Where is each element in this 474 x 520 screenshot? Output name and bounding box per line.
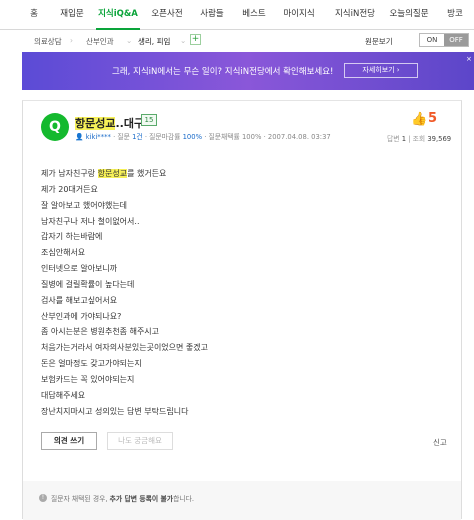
toggle-on[interactable]: ON bbox=[420, 34, 444, 46]
notice-post: 합니다. bbox=[173, 495, 194, 503]
body-line: 제가 20대거든요 bbox=[41, 184, 98, 194]
tab-people[interactable]: 사람들 bbox=[194, 0, 230, 30]
report-link[interactable]: 신고 bbox=[433, 437, 447, 448]
adopt-label: 질문채택률 bbox=[208, 133, 240, 141]
question-title: 항문성교..대구 bbox=[75, 115, 144, 131]
tab-best[interactable]: 베스트 bbox=[238, 0, 270, 30]
views-count: 39,569 bbox=[427, 135, 452, 143]
author-link[interactable]: kiki**** bbox=[86, 133, 111, 141]
tab-extra[interactable]: 방코 bbox=[440, 0, 470, 30]
body-line: 제가 남자친구랑 항문성교를 했거든요 bbox=[41, 166, 441, 182]
like-count: 5 bbox=[428, 111, 438, 126]
body-line: 산부인과에 가야되나요? bbox=[41, 311, 122, 321]
title-rest: ..대구 bbox=[115, 117, 145, 130]
body-line: 남자친구나 저나 철이없어서.. bbox=[41, 216, 140, 226]
body-highlight: 항문성교 bbox=[97, 169, 128, 178]
body-line: 갑자기 하는바람에 bbox=[41, 232, 103, 242]
banner-detail-button[interactable]: 자세히보기 › bbox=[344, 63, 418, 78]
answers-count: 1 bbox=[401, 135, 407, 143]
add-category-button[interactable]: + bbox=[190, 34, 201, 45]
body-line: 돈은 얼마정도 갖고가야되는지 bbox=[41, 359, 142, 369]
tab-knowledge-qa[interactable]: 지식iQ&A bbox=[96, 0, 140, 30]
question-stats: 답변 1 | 조회 39,569 bbox=[387, 135, 452, 143]
body-line: 장난치지마시고 성의있는 답변 부탁드립니다 bbox=[41, 406, 189, 416]
top-navigation: 홈 재입문 지식iQ&A 오픈사전 사람들 베스트 마이지식 지식iN전당 오늘… bbox=[0, 0, 474, 30]
body-line: 질병에 걸릴확률이 높다는데 bbox=[41, 279, 135, 289]
body-line: 잘 알아보고 했어야했는데 bbox=[41, 200, 128, 210]
user-icon: 👤 bbox=[75, 133, 84, 141]
banner-text: 그래, 지식iN에서는 무슨 일이? 지식iN전당에서 확인해보세요! bbox=[112, 67, 334, 77]
tab-open-dictionary[interactable]: 오픈사전 bbox=[146, 0, 188, 30]
chevron-down-icon: ⌄ bbox=[126, 36, 133, 45]
question-body: 제가 남자친구랑 항문성교를 했거든요 제가 20대거든요잘 알아보고 했어야했… bbox=[41, 166, 441, 420]
body-text: 제가 남자친구랑 bbox=[41, 169, 98, 178]
toggle-off[interactable]: OFF bbox=[444, 34, 468, 46]
promo-banner[interactable]: 그래, 지식iN에서는 무슨 일이? 지식iN전당에서 확인해보세요! 자세히보… bbox=[22, 52, 474, 90]
completion-label: 질문마감률 bbox=[149, 133, 181, 141]
me-too-curious-button[interactable]: 나도 궁금해요 bbox=[107, 432, 173, 450]
body-line: 처음가는거라서 여자의사분있는곳이었으면 좋겠고 bbox=[41, 343, 209, 353]
title-highlight: 항문성교 bbox=[75, 117, 116, 130]
completion-rate: 100% bbox=[182, 133, 203, 141]
thumbs-up-icon[interactable]: 👍 bbox=[411, 112, 427, 127]
notice-bold: 추가 답변 등록이 불가 bbox=[109, 495, 174, 503]
chevron-down-icon: ⌄ bbox=[180, 36, 187, 45]
body-line: 보험카드는 꼭 있어야되는지 bbox=[41, 374, 135, 384]
original-view-toggle[interactable]: ON OFF bbox=[419, 33, 469, 47]
question-count[interactable]: 1건 bbox=[132, 133, 143, 141]
body-line: 대답해주세요 bbox=[41, 390, 86, 400]
chevron-right-icon: › bbox=[70, 36, 73, 45]
views-label: 조회 bbox=[412, 135, 426, 143]
tab-todays-question[interactable]: 오늘의질문 bbox=[384, 0, 434, 30]
breadcrumb-menstruation[interactable]: 생리, 피임 bbox=[138, 36, 170, 47]
info-icon: ! bbox=[39, 494, 47, 502]
tab-home[interactable]: 홈 bbox=[22, 0, 46, 30]
answers-label: 답변 bbox=[387, 135, 400, 143]
question-icon: Q bbox=[41, 113, 69, 141]
tab-my-knowledge[interactable]: 마이지식 bbox=[278, 0, 320, 30]
write-opinion-button[interactable]: 의견 쓰기 bbox=[41, 432, 97, 450]
question-meta: 👤 kiki**** · 질문 1건 · 질문마감률 100% · 질문채택률 … bbox=[75, 133, 331, 141]
tab-reentry[interactable]: 재입문 bbox=[52, 0, 92, 30]
body-line: 인터넷으로 알아보니까 bbox=[41, 264, 118, 274]
question-date: 2007.04.08. 03:37 bbox=[267, 133, 331, 141]
close-icon[interactable]: × bbox=[466, 55, 472, 63]
question-card: Q 항문성교..대구 15 👤 kiki**** · 질문 1건 · 질문마감률… bbox=[22, 100, 462, 520]
body-line: 좀 아시는분은 병원추천좀 해주시고 bbox=[41, 327, 160, 337]
grade-badge: 15 bbox=[141, 114, 157, 126]
breadcrumb-medical[interactable]: 의료상담 bbox=[34, 36, 62, 47]
category-bar: 의료상담 › 산부인과 ⌄ 생리, 피임 ⌄ + 원문보기 ON OFF bbox=[0, 30, 474, 52]
adopt-rate: 100% bbox=[241, 133, 262, 141]
body-line: 조심안해서요 bbox=[41, 248, 86, 258]
body-line: 검사를 해보고싶어서요 bbox=[41, 295, 118, 305]
tab-hall-of-fame[interactable]: 지식iN전당 bbox=[330, 0, 380, 30]
body-text: 를 했거든요 bbox=[127, 169, 167, 178]
notice-text: 질문자 채택된 경우, 추가 답변 등록이 불가합니다. bbox=[51, 493, 194, 503]
original-view-label: 원문보기 bbox=[365, 37, 393, 46]
question-count-label: 질문 bbox=[117, 133, 130, 141]
breadcrumb-gynecology[interactable]: 산부인과 bbox=[86, 36, 114, 47]
notice-pre: 질문자 채택된 경우, bbox=[51, 495, 110, 503]
notice-box: ! 질문자 채택된 경우, 추가 답변 등록이 불가합니다. bbox=[23, 481, 461, 520]
